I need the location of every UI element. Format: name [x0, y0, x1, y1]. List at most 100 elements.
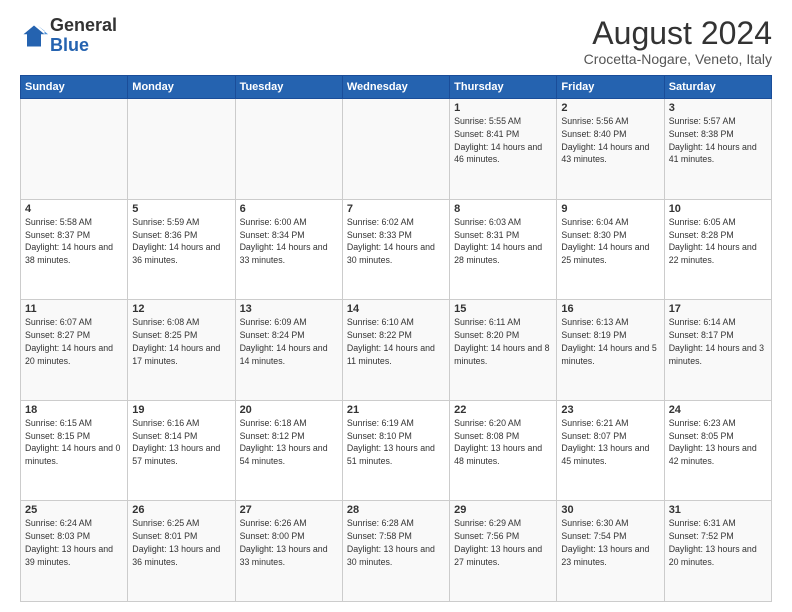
header-friday: Friday: [557, 76, 664, 99]
weekday-header-row: Sunday Monday Tuesday Wednesday Thursday…: [21, 76, 772, 99]
calendar-cell: 8 Sunrise: 6:03 AMSunset: 8:31 PMDayligh…: [450, 199, 557, 300]
day-info: Sunrise: 6:16 AMSunset: 8:14 PMDaylight:…: [132, 417, 230, 468]
day-info: Sunrise: 6:30 AMSunset: 7:54 PMDaylight:…: [561, 517, 659, 568]
day-info: Sunrise: 6:03 AMSunset: 8:31 PMDaylight:…: [454, 216, 552, 267]
calendar-cell: 12 Sunrise: 6:08 AMSunset: 8:25 PMDaylig…: [128, 300, 235, 401]
day-info: Sunrise: 6:10 AMSunset: 8:22 PMDaylight:…: [347, 316, 445, 367]
calendar-cell: 31 Sunrise: 6:31 AMSunset: 7:52 PMDaylig…: [664, 501, 771, 602]
week-row-3: 11 Sunrise: 6:07 AMSunset: 8:27 PMDaylig…: [21, 300, 772, 401]
day-number: 17: [669, 303, 767, 315]
week-row-2: 4 Sunrise: 5:58 AMSunset: 8:37 PMDayligh…: [21, 199, 772, 300]
day-number: 24: [669, 404, 767, 416]
day-number: 6: [240, 203, 338, 215]
calendar-cell: 28 Sunrise: 6:28 AMSunset: 7:58 PMDaylig…: [342, 501, 449, 602]
header-thursday: Thursday: [450, 76, 557, 99]
calendar-cell: 27 Sunrise: 6:26 AMSunset: 8:00 PMDaylig…: [235, 501, 342, 602]
day-info: Sunrise: 6:24 AMSunset: 8:03 PMDaylight:…: [25, 517, 123, 568]
calendar-cell: 7 Sunrise: 6:02 AMSunset: 8:33 PMDayligh…: [342, 199, 449, 300]
day-number: 30: [561, 504, 659, 516]
day-info: Sunrise: 6:28 AMSunset: 7:58 PMDaylight:…: [347, 517, 445, 568]
calendar-cell: 5 Sunrise: 5:59 AMSunset: 8:36 PMDayligh…: [128, 199, 235, 300]
day-info: Sunrise: 6:13 AMSunset: 8:19 PMDaylight:…: [561, 316, 659, 367]
day-info: Sunrise: 5:57 AMSunset: 8:38 PMDaylight:…: [669, 115, 767, 166]
calendar-cell: [342, 99, 449, 200]
day-info: Sunrise: 6:14 AMSunset: 8:17 PMDaylight:…: [669, 316, 767, 367]
day-number: 3: [669, 102, 767, 114]
day-number: 2: [561, 102, 659, 114]
day-info: Sunrise: 6:18 AMSunset: 8:12 PMDaylight:…: [240, 417, 338, 468]
calendar-cell: 24 Sunrise: 6:23 AMSunset: 8:05 PMDaylig…: [664, 400, 771, 501]
logo-icon: [20, 22, 48, 50]
calendar-cell: 10 Sunrise: 6:05 AMSunset: 8:28 PMDaylig…: [664, 199, 771, 300]
day-info: Sunrise: 6:15 AMSunset: 8:15 PMDaylight:…: [25, 417, 123, 468]
day-info: Sunrise: 6:04 AMSunset: 8:30 PMDaylight:…: [561, 216, 659, 267]
day-number: 21: [347, 404, 445, 416]
day-number: 19: [132, 404, 230, 416]
calendar: Sunday Monday Tuesday Wednesday Thursday…: [20, 75, 772, 602]
logo-general-text: General: [50, 15, 117, 35]
calendar-cell: 13 Sunrise: 6:09 AMSunset: 8:24 PMDaylig…: [235, 300, 342, 401]
calendar-cell: 16 Sunrise: 6:13 AMSunset: 8:19 PMDaylig…: [557, 300, 664, 401]
calendar-cell: 9 Sunrise: 6:04 AMSunset: 8:30 PMDayligh…: [557, 199, 664, 300]
day-number: 1: [454, 102, 552, 114]
day-info: Sunrise: 6:09 AMSunset: 8:24 PMDaylight:…: [240, 316, 338, 367]
day-number: 8: [454, 203, 552, 215]
day-info: Sunrise: 6:11 AMSunset: 8:20 PMDaylight:…: [454, 316, 552, 367]
header-monday: Monday: [128, 76, 235, 99]
day-info: Sunrise: 6:08 AMSunset: 8:25 PMDaylight:…: [132, 316, 230, 367]
day-number: 10: [669, 203, 767, 215]
calendar-cell: 3 Sunrise: 5:57 AMSunset: 8:38 PMDayligh…: [664, 99, 771, 200]
header: General Blue August 2024 Crocetta-Nogare…: [20, 16, 772, 67]
calendar-cell: 14 Sunrise: 6:10 AMSunset: 8:22 PMDaylig…: [342, 300, 449, 401]
calendar-cell: 4 Sunrise: 5:58 AMSunset: 8:37 PMDayligh…: [21, 199, 128, 300]
calendar-cell: 22 Sunrise: 6:20 AMSunset: 8:08 PMDaylig…: [450, 400, 557, 501]
day-info: Sunrise: 6:19 AMSunset: 8:10 PMDaylight:…: [347, 417, 445, 468]
day-number: 25: [25, 504, 123, 516]
day-info: Sunrise: 6:23 AMSunset: 8:05 PMDaylight:…: [669, 417, 767, 468]
logo-blue-text: Blue: [50, 35, 89, 55]
calendar-cell: 29 Sunrise: 6:29 AMSunset: 7:56 PMDaylig…: [450, 501, 557, 602]
calendar-cell: 30 Sunrise: 6:30 AMSunset: 7:54 PMDaylig…: [557, 501, 664, 602]
day-info: Sunrise: 5:59 AMSunset: 8:36 PMDaylight:…: [132, 216, 230, 267]
day-info: Sunrise: 5:56 AMSunset: 8:40 PMDaylight:…: [561, 115, 659, 166]
day-info: Sunrise: 6:05 AMSunset: 8:28 PMDaylight:…: [669, 216, 767, 267]
day-info: Sunrise: 6:20 AMSunset: 8:08 PMDaylight:…: [454, 417, 552, 468]
day-info: Sunrise: 6:25 AMSunset: 8:01 PMDaylight:…: [132, 517, 230, 568]
calendar-cell: 26 Sunrise: 6:25 AMSunset: 8:01 PMDaylig…: [128, 501, 235, 602]
day-number: 23: [561, 404, 659, 416]
day-number: 28: [347, 504, 445, 516]
calendar-cell: 19 Sunrise: 6:16 AMSunset: 8:14 PMDaylig…: [128, 400, 235, 501]
day-number: 4: [25, 203, 123, 215]
day-number: 26: [132, 504, 230, 516]
day-number: 11: [25, 303, 123, 315]
day-info: Sunrise: 6:29 AMSunset: 7:56 PMDaylight:…: [454, 517, 552, 568]
day-number: 20: [240, 404, 338, 416]
title-block: August 2024 Crocetta-Nogare, Veneto, Ita…: [584, 16, 772, 67]
calendar-cell: 18 Sunrise: 6:15 AMSunset: 8:15 PMDaylig…: [21, 400, 128, 501]
day-number: 16: [561, 303, 659, 315]
day-info: Sunrise: 5:55 AMSunset: 8:41 PMDaylight:…: [454, 115, 552, 166]
day-info: Sunrise: 5:58 AMSunset: 8:37 PMDaylight:…: [25, 216, 123, 267]
day-info: Sunrise: 6:21 AMSunset: 8:07 PMDaylight:…: [561, 417, 659, 468]
calendar-cell: 6 Sunrise: 6:00 AMSunset: 8:34 PMDayligh…: [235, 199, 342, 300]
calendar-cell: [21, 99, 128, 200]
calendar-cell: 17 Sunrise: 6:14 AMSunset: 8:17 PMDaylig…: [664, 300, 771, 401]
calendar-cell: 11 Sunrise: 6:07 AMSunset: 8:27 PMDaylig…: [21, 300, 128, 401]
calendar-cell: [235, 99, 342, 200]
day-info: Sunrise: 6:31 AMSunset: 7:52 PMDaylight:…: [669, 517, 767, 568]
day-number: 29: [454, 504, 552, 516]
header-tuesday: Tuesday: [235, 76, 342, 99]
calendar-cell: 25 Sunrise: 6:24 AMSunset: 8:03 PMDaylig…: [21, 501, 128, 602]
calendar-cell: 15 Sunrise: 6:11 AMSunset: 8:20 PMDaylig…: [450, 300, 557, 401]
day-number: 22: [454, 404, 552, 416]
day-info: Sunrise: 6:07 AMSunset: 8:27 PMDaylight:…: [25, 316, 123, 367]
day-info: Sunrise: 6:02 AMSunset: 8:33 PMDaylight:…: [347, 216, 445, 267]
calendar-cell: 2 Sunrise: 5:56 AMSunset: 8:40 PMDayligh…: [557, 99, 664, 200]
header-wednesday: Wednesday: [342, 76, 449, 99]
calendar-cell: 1 Sunrise: 5:55 AMSunset: 8:41 PMDayligh…: [450, 99, 557, 200]
calendar-cell: 23 Sunrise: 6:21 AMSunset: 8:07 PMDaylig…: [557, 400, 664, 501]
day-number: 31: [669, 504, 767, 516]
day-number: 18: [25, 404, 123, 416]
day-number: 27: [240, 504, 338, 516]
month-year: August 2024: [584, 16, 772, 51]
